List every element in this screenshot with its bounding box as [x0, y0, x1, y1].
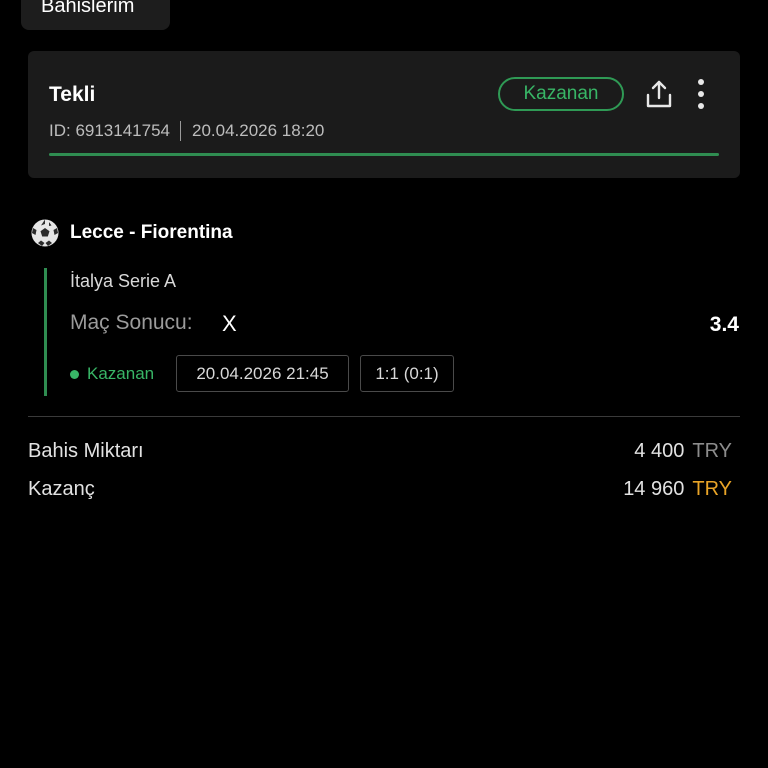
stake-label: Bahis Miktarı [28, 440, 144, 462]
league-name: İtalya Serie A [70, 271, 177, 291]
bet-placed-date: 20.04.2026 18:20 [192, 121, 325, 140]
winnings-currency: TRY [692, 478, 732, 500]
bet-id: ID: 6913141754 [49, 121, 170, 140]
winnings-label: Kazanç [28, 478, 95, 500]
bet-progress-track [49, 153, 719, 156]
selection-value: X [222, 311, 237, 336]
event-start-time-label: 20.04.2026 21:45 [196, 363, 329, 383]
bet-detail-screen: Bahislerim Tekli ID: 6913141754 20.04.20… [0, 0, 768, 768]
leg-indicator-line [44, 268, 47, 396]
bet-meta: ID: 6913141754 20.04.2026 18:20 [49, 121, 324, 141]
bet-summary-card: Tekli ID: 6913141754 20.04.2026 18:20 Ka… [28, 51, 740, 178]
meta-separator [180, 121, 181, 141]
status-dot-icon [70, 369, 79, 379]
winnings-row: Kazanç 14 960 TRY [28, 478, 732, 501]
stake-row: Bahis Miktarı 4 400 TRY [28, 440, 732, 463]
status-badge: Kazanan [498, 77, 624, 111]
share-icon[interactable] [645, 79, 673, 109]
status-badge-label: Kazanan [523, 83, 599, 104]
my-bets-tab[interactable]: Bahislerim [21, 0, 170, 30]
leg-status-label: Kazanan [87, 364, 155, 383]
my-bets-tab-label: Bahislerim [41, 0, 135, 17]
stake-currency: TRY [692, 440, 732, 462]
football-icon [31, 219, 59, 247]
section-divider [28, 416, 740, 417]
more-vertical-icon[interactable] [694, 77, 708, 111]
leg-status: Kazanan [70, 364, 154, 384]
bet-type-title: Tekli [49, 83, 96, 106]
event-start-time: 20.04.2026 21:45 [176, 355, 349, 392]
odds-value: 3.4 [709, 313, 739, 336]
winnings-value: 14 960 TRY [623, 478, 732, 501]
stake-value: 4 400 TRY [634, 440, 732, 463]
bet-progress-fill [49, 153, 719, 156]
event-score: 1:1 (0:1) [360, 355, 454, 392]
winnings-amount: 14 960 [623, 478, 685, 500]
market-label: Maç Sonucu: [70, 311, 193, 334]
event-header: Lecce - Fiorentina [30, 218, 233, 248]
stake-amount: 4 400 [634, 440, 685, 462]
event-score-label: 1:1 (0:1) [375, 363, 439, 383]
match-name[interactable]: Lecce - Fiorentina [70, 222, 233, 244]
